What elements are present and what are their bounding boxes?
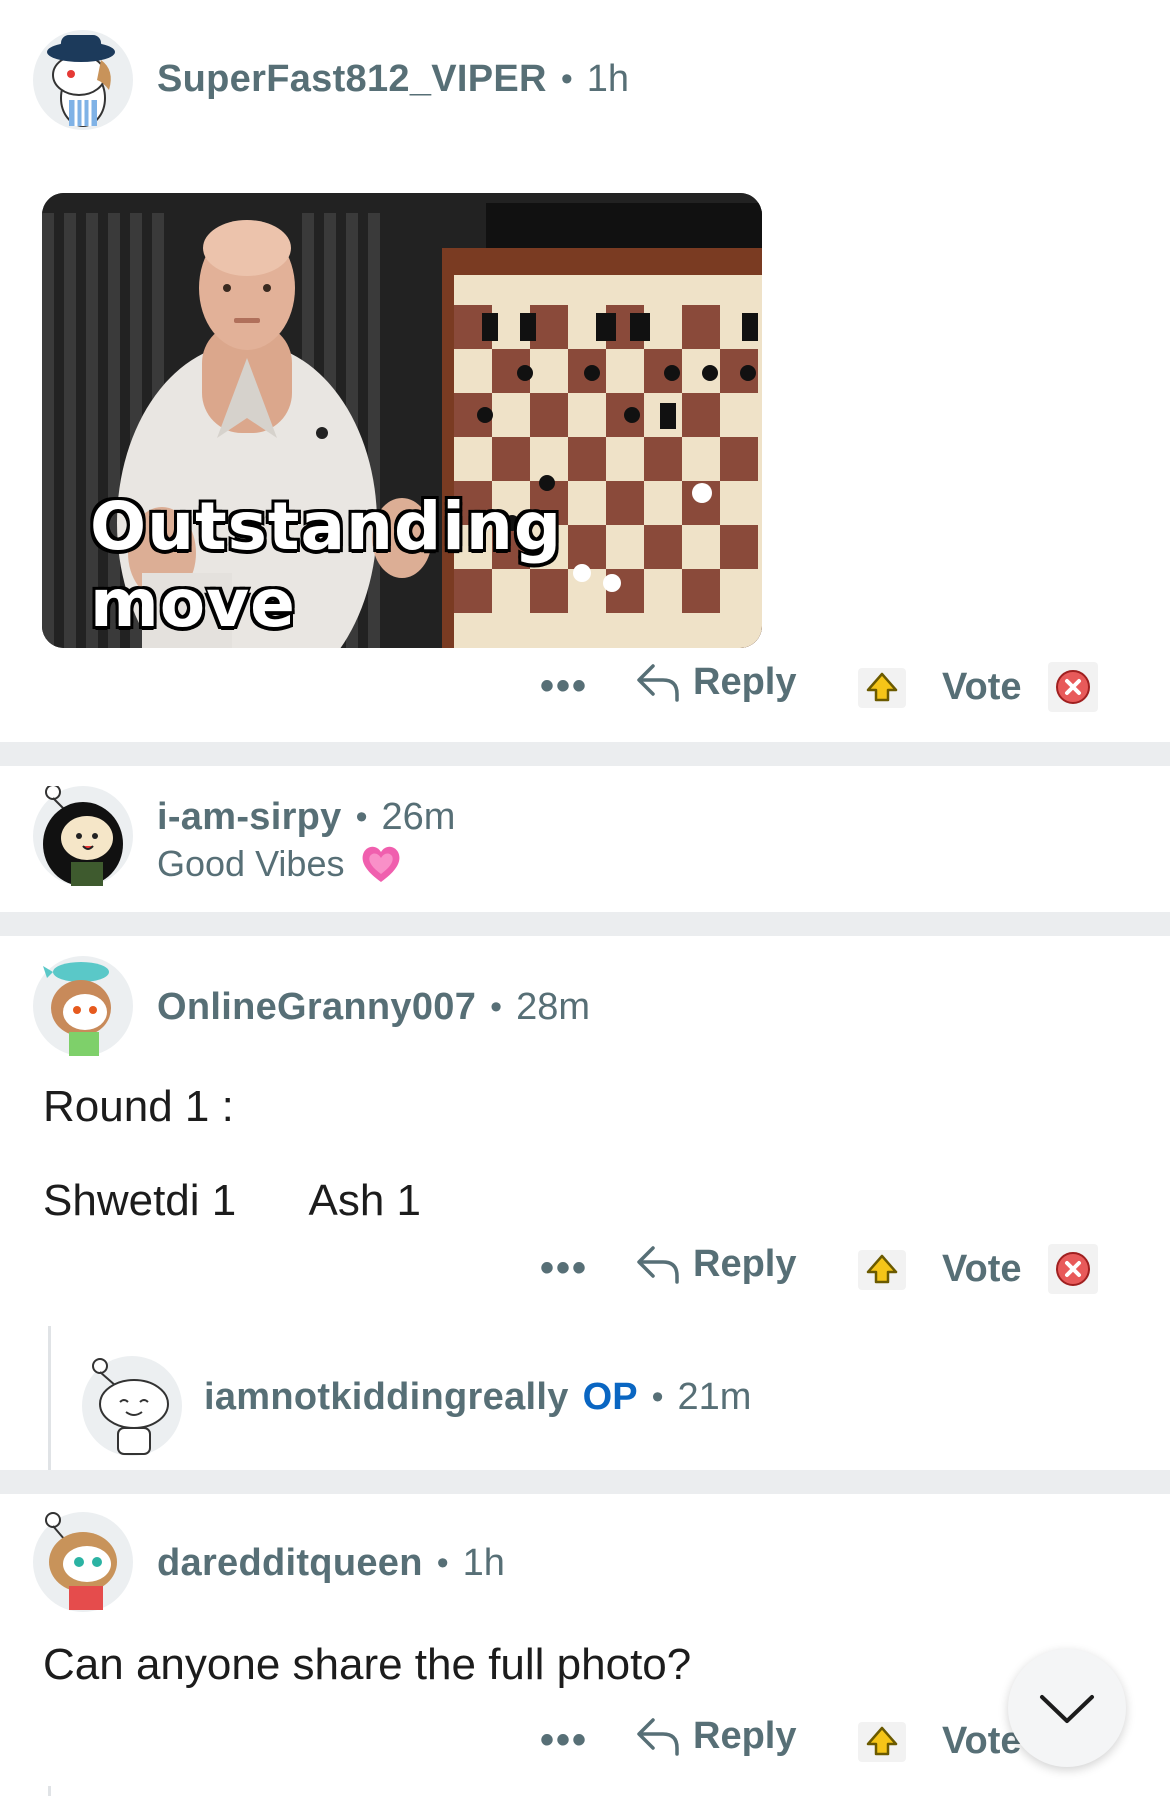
- comment-text: Can anyone share the full photo?: [43, 1640, 692, 1689]
- avatar[interactable]: [33, 1512, 133, 1612]
- username[interactable]: daredditqueen: [157, 1542, 423, 1585]
- separator-dot: •: [436, 1544, 449, 1582]
- separator-dot: •: [651, 1378, 664, 1416]
- upvote-award-icon: [866, 1254, 898, 1284]
- username[interactable]: i-am-sirpy: [157, 796, 342, 839]
- upvote-button[interactable]: [858, 668, 906, 708]
- comment-sirpy: i-am-sirpy • 26m Good Vibes: [0, 766, 1170, 912]
- reply-label: Reply: [693, 660, 797, 703]
- upvote-award-icon: [866, 1726, 898, 1756]
- comment-text-line: Shwetdi 1 Ash 1: [43, 1176, 421, 1226]
- reply-button[interactable]: Reply: [635, 1242, 796, 1286]
- avatar[interactable]: [33, 956, 133, 1056]
- username[interactable]: iamnotkiddingreally: [204, 1376, 569, 1419]
- score-right: Ash 1: [308, 1176, 421, 1225]
- separator-dot: •: [355, 798, 368, 836]
- thread-line[interactable]: [48, 1786, 51, 1796]
- reply-button[interactable]: Reply: [635, 660, 796, 704]
- comment-actions: ••• Reply Vote: [0, 1714, 1170, 1774]
- avatar[interactable]: [33, 786, 133, 886]
- timestamp: 1h: [586, 58, 629, 100]
- separator-dot: •: [560, 60, 573, 98]
- reply-arrow-icon: [637, 1246, 679, 1284]
- timestamp: 26m: [381, 796, 456, 838]
- comment-separator: [0, 912, 1170, 936]
- downvote-button[interactable]: [1048, 1244, 1098, 1294]
- reply-header: iamnotkiddingreally OP • 21m: [204, 1376, 751, 1419]
- comment-actions: ••• Reply Vote: [0, 660, 1170, 720]
- downvote-button[interactable]: [1048, 662, 1098, 712]
- gif-image[interactable]: Outstanding move: [42, 193, 762, 648]
- comments-page: SuperFast812_VIPER • 1h Outstanding move…: [0, 0, 1170, 1796]
- more-options-icon[interactable]: •••: [540, 1718, 588, 1763]
- comment-header: SuperFast812_VIPER • 1h: [157, 58, 629, 101]
- comment-onlinegranny: OnlineGranny007 • 28m Round 1 : Shwetdi …: [0, 936, 1170, 1470]
- comment-header: daredditqueen • 1h: [157, 1542, 505, 1585]
- timestamp: 1h: [462, 1542, 505, 1584]
- comment-actions: ••• Reply Vote: [0, 1242, 1170, 1302]
- user-flair: Good Vibes: [157, 842, 404, 886]
- scroll-down-button[interactable]: [1008, 1649, 1126, 1767]
- comment-text-line: Round 1 :: [43, 1082, 234, 1131]
- vote-label: Vote: [942, 666, 1022, 708]
- op-badge: OP: [582, 1376, 638, 1418]
- thread-line[interactable]: [48, 1326, 51, 1470]
- timestamp: 21m: [677, 1376, 752, 1418]
- reply-arrow-icon: [637, 1718, 679, 1756]
- comment-header: OnlineGranny007 • 28m: [157, 986, 590, 1029]
- reply-button[interactable]: Reply: [635, 1714, 796, 1758]
- comment-separator: [0, 1470, 1170, 1494]
- chevron-down-icon: [1040, 1695, 1094, 1723]
- downvote-close-icon: [1056, 1252, 1090, 1286]
- reply-label: Reply: [693, 1714, 797, 1757]
- reply-label: Reply: [693, 1242, 797, 1285]
- more-options-icon[interactable]: •••: [540, 664, 588, 709]
- flair-text: Good Vibes: [157, 843, 345, 884]
- username[interactable]: SuperFast812_VIPER: [157, 58, 547, 101]
- upvote-button[interactable]: [858, 1722, 906, 1762]
- upvote-button[interactable]: [858, 1250, 906, 1290]
- timestamp: 28m: [516, 986, 590, 1028]
- comment-separator: [0, 742, 1170, 766]
- downvote-close-icon: [1056, 670, 1090, 704]
- avatar[interactable]: [33, 30, 133, 130]
- gif-caption: Outstanding move: [90, 488, 563, 642]
- separator-dot: •: [490, 988, 503, 1026]
- comment-header: i-am-sirpy • 26m: [157, 796, 455, 839]
- comment-superfast: SuperFast812_VIPER • 1h Outstanding move…: [0, 0, 1170, 742]
- reply-arrow-icon: [637, 664, 679, 702]
- comment-daredditqueen: daredditqueen • 1h Can anyone share the …: [0, 1494, 1170, 1796]
- score-left: Shwetdi 1: [43, 1176, 237, 1225]
- more-options-icon[interactable]: •••: [540, 1246, 588, 1291]
- upvote-award-icon: [866, 672, 898, 702]
- avatar[interactable]: [82, 1356, 182, 1456]
- vote-label: Vote: [942, 1248, 1022, 1290]
- username[interactable]: OnlineGranny007: [157, 986, 476, 1029]
- pink-heart-icon: [363, 846, 400, 882]
